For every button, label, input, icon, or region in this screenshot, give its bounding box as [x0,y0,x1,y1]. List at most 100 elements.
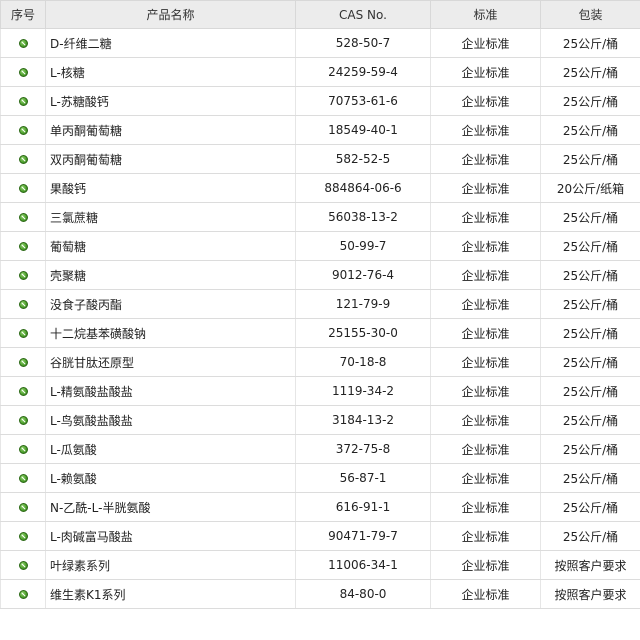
standard-cell: 企业标准 [430,492,541,522]
standard-cell: 企业标准 [430,57,541,87]
table-header: 序号 产品名称 CAS No. 标准 包装 [0,0,640,29]
table-row: 壳聚糖 9012-76-4 企业标准 25公斤/桶 [0,260,640,290]
table-row: 三氯蔗糖 56038-13-2 企业标准 25公斤/桶 [0,202,640,232]
product-name-cell: L-鸟氨酸盐酸盐 [45,405,296,435]
standard-cell: 企业标准 [430,347,541,377]
green-check-circle-icon [18,97,28,106]
product-name-cell: 没食子酸丙酯 [45,289,296,319]
standard-cell: 企业标准 [430,405,541,435]
cas-no-cell: 884864-06-6 [295,173,431,203]
packaging-cell: 25公斤/桶 [540,86,640,116]
product-name-cell: L-苏糖酸钙 [45,86,296,116]
cas-no-cell: 18549-40-1 [295,115,431,145]
product-table: 序号 产品名称 CAS No. 标准 包装 D-纤维二糖 528-50-7 企业标准… [0,0,640,609]
green-check-circle-icon [18,300,28,309]
packaging-cell: 25公斤/桶 [540,260,640,290]
standard-cell: 企业标准 [430,550,541,580]
row-index-cell [0,173,46,203]
standard-cell: 企业标准 [430,115,541,145]
table-row: 葡萄糖 50-99-7 企业标准 25公斤/桶 [0,231,640,261]
header-standard: 标准 [430,0,541,29]
cas-no-cell: 582-52-5 [295,144,431,174]
product-name-cell: 三氯蔗糖 [45,202,296,232]
table-row: 单丙酮葡萄糖 18549-40-1 企业标准 25公斤/桶 [0,115,640,145]
row-index-cell [0,202,46,232]
green-check-circle-icon [18,387,28,396]
cas-no-cell: 616-91-1 [295,492,431,522]
cas-no-cell: 3184-13-2 [295,405,431,435]
packaging-cell: 按照客户要求 [540,579,640,609]
product-name-cell: N-乙酰-L-半胱氨酸 [45,492,296,522]
packaging-cell: 25公斤/桶 [540,144,640,174]
product-name-cell: 维生素K1系列 [45,579,296,609]
standard-cell: 企业标准 [430,521,541,551]
row-index-cell [0,144,46,174]
header-cas-no: CAS No. [295,0,431,29]
table-row: L-瓜氨酸 372-75-8 企业标准 25公斤/桶 [0,434,640,464]
product-name-cell: 葡萄糖 [45,231,296,261]
table-row: 没食子酸丙酯 121-79-9 企业标准 25公斤/桶 [0,289,640,319]
packaging-cell: 25公斤/桶 [540,115,640,145]
cas-no-cell: 9012-76-4 [295,260,431,290]
product-name-cell: 果酸钙 [45,173,296,203]
green-check-circle-icon [18,474,28,483]
table-row: 叶绿素系列 11006-34-1 企业标准 按照客户要求 [0,550,640,580]
packaging-cell: 25公斤/桶 [540,521,640,551]
table-row: L-核糖 24259-59-4 企业标准 25公斤/桶 [0,57,640,87]
standard-cell: 企业标准 [430,434,541,464]
row-index-cell [0,579,46,609]
row-index-cell [0,318,46,348]
cas-no-cell: 11006-34-1 [295,550,431,580]
product-name-cell: L-精氨酸盐酸盐 [45,376,296,406]
row-index-cell [0,405,46,435]
packaging-cell: 25公斤/桶 [540,28,640,58]
standard-cell: 企业标准 [430,318,541,348]
product-name-cell: 壳聚糖 [45,260,296,290]
green-check-circle-icon [18,532,28,541]
header-packaging: 包装 [540,0,640,29]
table-row: L-苏糖酸钙 70753-61-6 企业标准 25公斤/桶 [0,86,640,116]
row-index-cell [0,115,46,145]
packaging-cell: 25公斤/桶 [540,289,640,319]
green-check-circle-icon [18,39,28,48]
header-row: 序号 产品名称 CAS No. 标准 包装 [0,0,640,29]
cas-no-cell: 70-18-8 [295,347,431,377]
standard-cell: 企业标准 [430,231,541,261]
standard-cell: 企业标准 [430,202,541,232]
row-index-cell [0,28,46,58]
product-name-cell: L-瓜氨酸 [45,434,296,464]
green-check-circle-icon [18,271,28,280]
standard-cell: 企业标准 [430,86,541,116]
product-name-cell: 谷胱甘肽还原型 [45,347,296,377]
standard-cell: 企业标准 [430,260,541,290]
packaging-cell: 25公斤/桶 [540,318,640,348]
product-name-cell: D-纤维二糖 [45,28,296,58]
header-product-name: 产品名称 [45,0,296,29]
table-row: 维生素K1系列 84-80-0 企业标准 按照客户要求 [0,579,640,609]
standard-cell: 企业标准 [430,28,541,58]
standard-cell: 企业标准 [430,144,541,174]
standard-cell: 企业标准 [430,579,541,609]
table-row: D-纤维二糖 528-50-7 企业标准 25公斤/桶 [0,28,640,58]
green-check-circle-icon [18,126,28,135]
cas-no-cell: 528-50-7 [295,28,431,58]
row-index-cell [0,231,46,261]
product-name-cell: L-核糖 [45,57,296,87]
product-name-cell: 双丙酮葡萄糖 [45,144,296,174]
cas-no-cell: 70753-61-6 [295,86,431,116]
cas-no-cell: 50-99-7 [295,231,431,261]
row-index-cell [0,521,46,551]
table-row: N-乙酰-L-半胱氨酸 616-91-1 企业标准 25公斤/桶 [0,492,640,522]
table-row: 果酸钙 884864-06-6 企业标准 20公斤/纸箱 [0,173,640,203]
cas-no-cell: 56038-13-2 [295,202,431,232]
standard-cell: 企业标准 [430,173,541,203]
row-index-cell [0,376,46,406]
row-index-cell [0,289,46,319]
standard-cell: 企业标准 [430,463,541,493]
row-index-cell [0,550,46,580]
packaging-cell: 25公斤/桶 [540,57,640,87]
cas-no-cell: 24259-59-4 [295,57,431,87]
packaging-cell: 25公斤/桶 [540,492,640,522]
cas-no-cell: 56-87-1 [295,463,431,493]
row-index-cell [0,347,46,377]
